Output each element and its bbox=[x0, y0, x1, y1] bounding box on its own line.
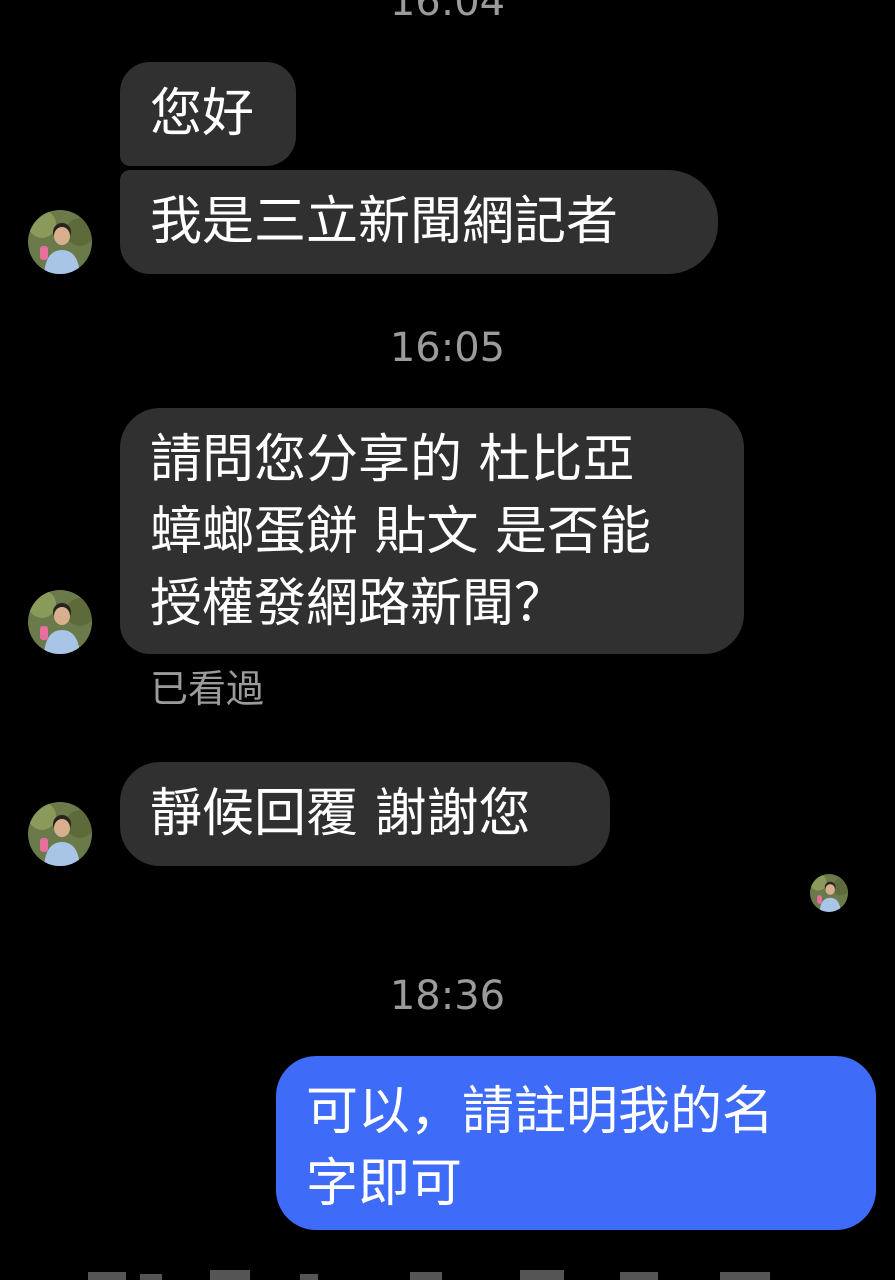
timestamp: 16:05 bbox=[389, 325, 506, 371]
timestamp: 16:04 bbox=[389, 0, 506, 25]
timestamp: 18:36 bbox=[389, 973, 506, 1019]
seen-status: 已看過 bbox=[150, 667, 265, 711]
message-bubble-incoming[interactable]: 我是三立新聞網記者 bbox=[120, 170, 718, 274]
message-bubble-incoming[interactable]: 靜候回覆 謝謝您 bbox=[120, 762, 610, 866]
message-bubble-incoming[interactable]: 請問您分享的 杜比亞 蟑螂蛋餅 貼文 是否能 授權發網路新聞？ bbox=[120, 408, 744, 654]
read-receipt-avatar-icon bbox=[810, 874, 848, 912]
contact-avatar-icon[interactable] bbox=[28, 802, 92, 866]
contact-avatar-icon[interactable] bbox=[28, 590, 92, 654]
message-bubble-outgoing[interactable]: 可以，請註明我的名 字即可 bbox=[276, 1056, 876, 1230]
contact-avatar-icon[interactable] bbox=[28, 210, 92, 274]
partial-message-edge bbox=[0, 1262, 895, 1280]
message-bubble-incoming[interactable]: 您好 bbox=[120, 62, 296, 166]
